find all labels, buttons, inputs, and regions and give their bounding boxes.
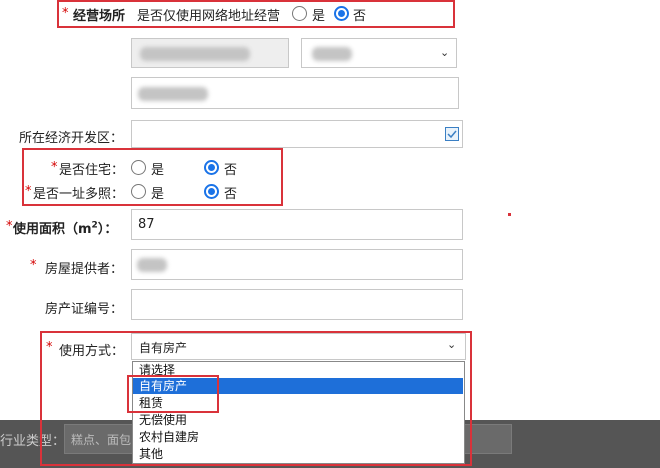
area-required-mark: * — [6, 219, 13, 234]
residential-no-radio[interactable] — [204, 160, 219, 175]
residential-yes-radio[interactable] — [131, 160, 146, 175]
residential-required-mark: * — [51, 160, 58, 175]
address-district-field[interactable] — [131, 38, 289, 68]
network-only-question: 是否仅使用网络地址经营 — [137, 9, 281, 24]
area-field[interactable]: 87 — [131, 209, 463, 240]
network-only-no-radio[interactable] — [334, 6, 349, 21]
usage-option-rural-self-built[interactable]: 农村自建房 — [133, 429, 463, 445]
residential-no-label[interactable]: 否 — [224, 159, 237, 178]
multi-license-no-radio[interactable] — [204, 184, 219, 199]
redacted-text — [312, 47, 352, 61]
network-only-yes-label[interactable]: 是 — [312, 5, 325, 24]
chevron-down-icon: ⌄ — [447, 338, 457, 351]
usage-option-other[interactable]: 其他 — [133, 446, 463, 462]
certificate-label: 房产证编号： — [45, 302, 124, 317]
residential-yes-label[interactable]: 是 — [151, 159, 164, 178]
multi-license-yes-label[interactable]: 是 — [151, 183, 164, 202]
multi-license-yes-radio[interactable] — [131, 184, 146, 199]
multi-license-required-mark: * — [25, 184, 32, 199]
multi-license-no-label[interactable]: 否 — [224, 183, 237, 202]
area-label: 使用面积（m2）： — [13, 220, 118, 237]
network-only-no-label[interactable]: 否 — [353, 5, 366, 24]
multi-license-label: 是否一址多照： — [33, 187, 125, 202]
industry-label: 行业类型： — [0, 434, 66, 449]
provider-required-mark: * — [30, 258, 37, 273]
business-place-required-mark: * — [62, 6, 69, 21]
provider-field[interactable] — [131, 249, 463, 280]
usage-option-please-select[interactable]: 请选择 — [133, 362, 463, 378]
residential-label: 是否住宅： — [59, 163, 125, 178]
network-only-yes-radio[interactable] — [292, 6, 307, 21]
usage-label: 使用方式： — [59, 344, 125, 359]
redacted-text — [137, 258, 167, 272]
usage-select-value: 自有房产 — [139, 341, 188, 355]
dev-zone-label: 所在经济开发区： — [19, 131, 124, 146]
area-value: 87 — [138, 217, 155, 232]
picker-icon[interactable] — [445, 127, 459, 141]
address-detail-field[interactable] — [131, 77, 459, 109]
business-place-label: 经营场所 — [73, 9, 126, 24]
provider-label: 房屋提供者： — [45, 262, 124, 277]
usage-option-self-owned[interactable]: 自有房产 — [133, 378, 463, 394]
dev-zone-field[interactable] — [131, 120, 463, 148]
redacted-text — [138, 87, 208, 101]
red-dot — [508, 213, 511, 216]
usage-option-free-use[interactable]: 无偿使用 — [133, 412, 463, 428]
redacted-text — [140, 47, 250, 61]
usage-select[interactable]: 自有房产 ⌄ — [131, 333, 466, 360]
certificate-field[interactable] — [131, 289, 463, 320]
address-street-select[interactable]: ⌄ — [301, 38, 457, 68]
usage-option-lease[interactable]: 租赁 — [133, 395, 463, 411]
usage-required-mark: * — [46, 340, 53, 355]
chevron-down-icon: ⌄ — [440, 46, 450, 59]
industry-value: 糕点、面包 — [71, 433, 132, 447]
